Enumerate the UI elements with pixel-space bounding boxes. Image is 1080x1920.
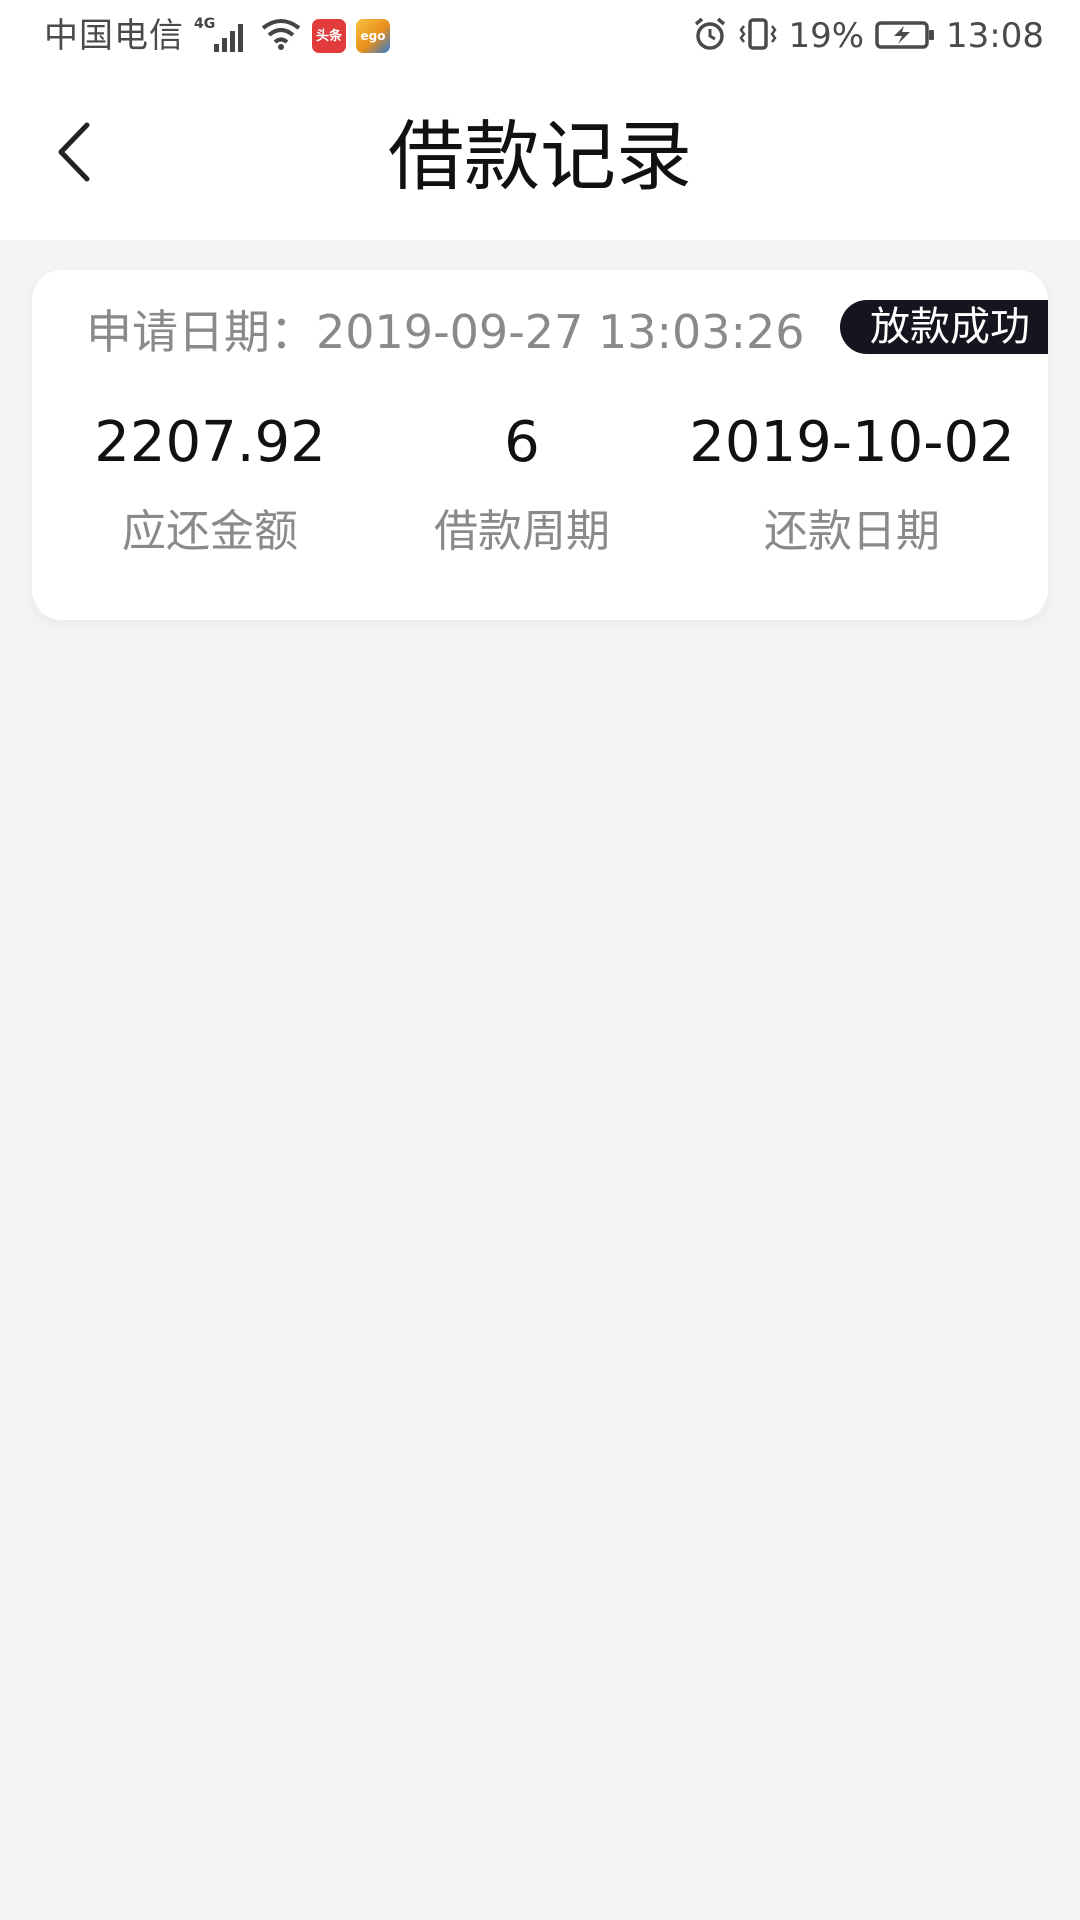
wifi-icon bbox=[260, 16, 302, 56]
loan-period-stat: 6 借款周期 bbox=[372, 410, 672, 558]
app-header: 借款记录 bbox=[0, 76, 1080, 240]
apply-date-value: 2019-09-27 13:03:26 bbox=[316, 305, 805, 359]
ego-app-icon: ego bbox=[356, 19, 390, 53]
loan-record-card[interactable]: 申请日期：2019-09-27 13:03:26 放款成功 2207.92 应还… bbox=[32, 270, 1048, 620]
clock-time: 13:08 bbox=[946, 16, 1044, 56]
status-badge: 放款成功 bbox=[840, 300, 1048, 354]
carrier-name: 中国电信 bbox=[44, 16, 184, 56]
repay-date-label: 还款日期 bbox=[764, 506, 940, 557]
loan-period-label: 借款周期 bbox=[434, 506, 610, 557]
status-bar-right: 19% 13:08 bbox=[692, 16, 1044, 56]
repay-date-value: 2019-10-02 bbox=[689, 410, 1015, 475]
battery-charging-icon bbox=[874, 17, 936, 55]
amount-due-stat: 2207.92 应还金额 bbox=[50, 410, 370, 558]
vibrate-icon bbox=[738, 16, 778, 56]
alarm-icon bbox=[692, 16, 728, 56]
loan-period-value: 6 bbox=[504, 410, 540, 475]
status-bar: 中国电信 4G 头条 ego 19% 13:08 bbox=[0, 0, 1080, 76]
apply-date-label: 申请日期： bbox=[86, 305, 316, 359]
apply-date-row: 申请日期：2019-09-27 13:03:26 bbox=[86, 304, 805, 360]
battery-percent: 19% bbox=[788, 16, 865, 56]
status-bar-left: 中国电信 4G 头条 ego bbox=[44, 16, 390, 56]
repay-date-stat: 2019-10-02 还款日期 bbox=[672, 410, 1032, 558]
toutiao-app-icon: 头条 bbox=[312, 19, 346, 53]
signal-icon: 4G bbox=[194, 16, 250, 56]
page-title: 借款记录 bbox=[388, 112, 692, 201]
amount-due-label: 应还金额 bbox=[122, 506, 298, 557]
amount-due-value: 2207.92 bbox=[94, 410, 326, 475]
